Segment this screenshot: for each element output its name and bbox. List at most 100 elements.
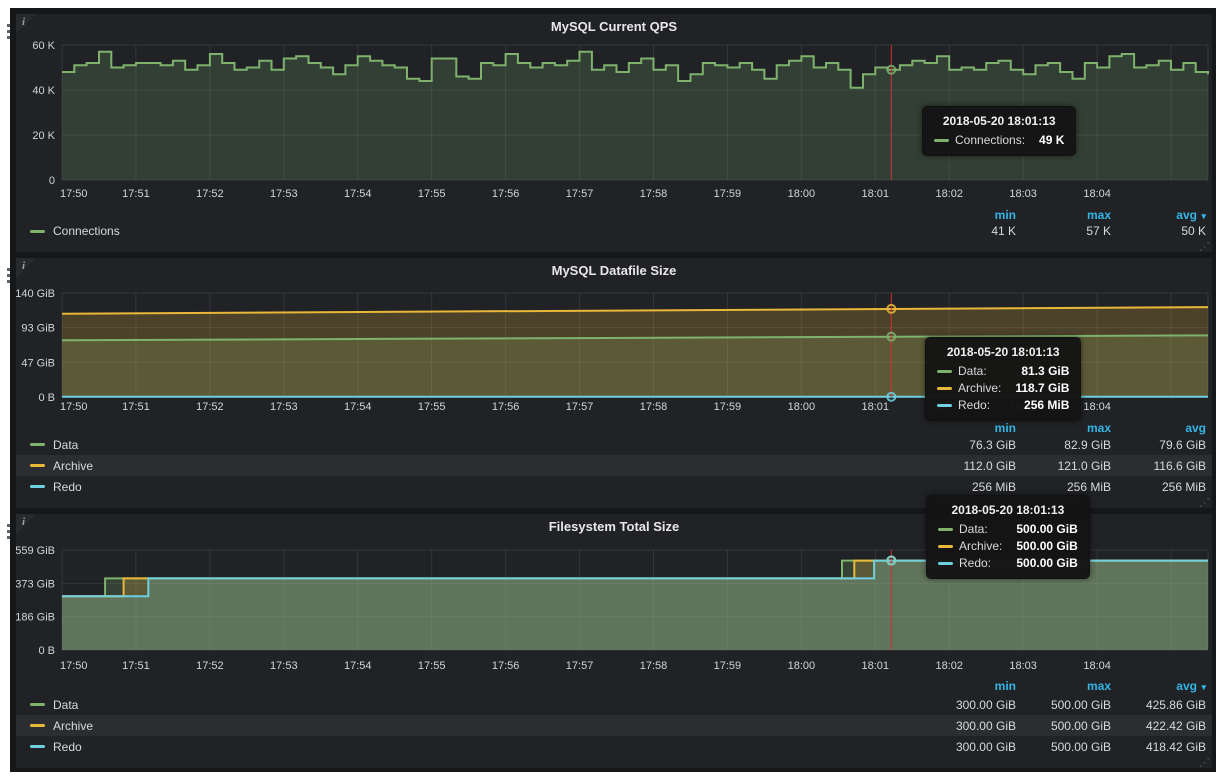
series-legend-label[interactable]: Data xyxy=(53,698,78,712)
legend-sort-avg[interactable]: avg ▾ xyxy=(1111,678,1206,694)
graph-tooltip: 2018-05-20 18:01:13 Connections:49 K xyxy=(922,106,1076,156)
legend-stat-value: 50 K xyxy=(1111,224,1206,238)
tooltip-series-label: Data: xyxy=(958,364,987,378)
legend-row-redo: Redo256 MiB256 MiB256 MiB xyxy=(16,476,1212,497)
legend-stat-value: 425.86 GiB xyxy=(1111,698,1206,712)
series-legend-label[interactable]: Archive xyxy=(53,719,93,733)
series-legend-label[interactable]: Redo xyxy=(53,480,82,494)
series-color-swatch xyxy=(938,562,953,565)
x-axis-tick-label: 18:00 xyxy=(788,401,816,413)
series-legend-label[interactable]: Archive xyxy=(53,459,93,473)
tooltip-series-label: Redo: xyxy=(958,398,990,412)
legend-stat-value: 500.00 GiB xyxy=(1016,740,1111,754)
x-axis-tick-label: 17:52 xyxy=(196,660,224,672)
y-axis-tick-label: 140 GiB xyxy=(16,288,55,300)
tooltip-series-row: Data: 500.00 GiB xyxy=(938,522,1078,536)
row-drag-handle[interactable] xyxy=(7,24,13,42)
x-axis-tick-label: 18:00 xyxy=(788,188,816,200)
series-color-swatch[interactable] xyxy=(30,724,45,727)
y-axis-tick-label: 93 GiB xyxy=(21,323,55,335)
x-axis-tick-label: 17:55 xyxy=(418,188,446,200)
x-axis-tick-label: 17:53 xyxy=(270,660,298,672)
series-color-swatch xyxy=(937,370,952,373)
x-axis-tick-label: 18:04 xyxy=(1083,188,1111,200)
x-axis-tick-label: 18:03 xyxy=(1009,660,1037,672)
tooltip-timestamp: 2018-05-20 18:01:13 xyxy=(937,345,1069,359)
row-drag-handle[interactable] xyxy=(7,268,13,286)
x-axis-tick-label: 17:54 xyxy=(344,188,372,200)
x-axis-tick-label: 17:53 xyxy=(270,401,298,413)
row-drag-handle[interactable] xyxy=(7,524,13,542)
legend-stat-value: 500.00 GiB xyxy=(1016,719,1111,733)
graph-tooltip: 2018-05-20 18:01:13 Data:500.00 GiBArchi… xyxy=(926,495,1090,579)
tooltip-series-label: Connections: xyxy=(955,133,1025,147)
legend-sort-min[interactable]: min xyxy=(921,678,1016,694)
series-color-swatch[interactable] xyxy=(30,464,45,467)
x-axis-tick-label: 17:55 xyxy=(418,401,446,413)
series-legend-label[interactable]: Data xyxy=(53,438,78,452)
tooltip-series-value: 500.00 GiB xyxy=(1002,556,1077,570)
y-axis-tick-label: 186 GiB xyxy=(16,612,55,624)
x-axis-tick-label: 17:50 xyxy=(60,660,88,672)
x-axis-tick-label: 17:58 xyxy=(640,401,668,413)
legend-stat-value: 300.00 GiB xyxy=(921,698,1016,712)
x-axis-tick-label: 17:51 xyxy=(122,188,150,200)
legend-row-archive: Archive300.00 GiB500.00 GiB422.42 GiB xyxy=(16,715,1212,736)
legend-row-archive: Archive 112.0 GiB121.0 GiB116.6 GiB xyxy=(16,455,1212,476)
x-axis-tick-label: 17:54 xyxy=(344,660,372,672)
legend-stat-value: 57 K xyxy=(1016,224,1111,238)
legend-stat-value: 300.00 GiB xyxy=(921,719,1016,733)
y-axis-tick-label: 60 K xyxy=(32,40,55,52)
x-axis-tick-label: 18:02 xyxy=(935,660,963,672)
tooltip-series-label: Data: xyxy=(959,522,988,536)
x-axis-tick-label: 17:56 xyxy=(492,660,520,672)
legend-stat-value: 79.6 GiB xyxy=(1111,438,1206,452)
series-color-swatch[interactable] xyxy=(30,745,45,748)
legend-stat-value: 256 MiB xyxy=(921,480,1016,494)
x-axis-tick-label: 17:53 xyxy=(270,188,298,200)
legend-stat-value: 41 K xyxy=(921,224,1016,238)
series-color-swatch[interactable] xyxy=(30,485,45,488)
y-axis-tick-label: 373 GiB xyxy=(16,578,55,590)
legend-stat-value: 116.6 GiB xyxy=(1111,459,1206,473)
tooltip-series-value: 256 MiB xyxy=(1010,398,1069,412)
y-axis-tick-label: 0 B xyxy=(38,645,55,657)
legend-stat-value: 82.9 GiB xyxy=(1016,438,1111,452)
series-color-swatch[interactable] xyxy=(30,230,45,233)
legend-row-data: Data 300.00 GiB500.00 GiB425.86 GiB xyxy=(16,694,1212,715)
x-axis-tick-label: 17:59 xyxy=(714,660,742,672)
tooltip-series-label: Archive: xyxy=(958,381,1001,395)
y-axis-tick-label: 559 GiB xyxy=(16,545,55,557)
series-color-swatch xyxy=(938,528,953,531)
legend-sort-max[interactable]: max xyxy=(1016,678,1111,694)
y-axis-tick-label: 0 xyxy=(49,175,55,187)
x-axis-tick-label: 17:50 xyxy=(60,188,88,200)
x-axis-tick-label: 18:01 xyxy=(862,188,890,200)
series-legend-label[interactable]: Connections xyxy=(53,224,120,238)
legend-row-redo: Redo300.00 GiB500.00 GiB418.42 GiB xyxy=(16,736,1212,757)
x-axis-tick-label: 17:58 xyxy=(640,188,668,200)
series-legend-label[interactable]: Redo xyxy=(53,740,82,754)
y-axis-tick-label: 0 B xyxy=(38,392,55,404)
legend-stat-value: 300.00 GiB xyxy=(921,740,1016,754)
x-axis-tick-label: 17:55 xyxy=(418,660,446,672)
legend-stat-value: 112.0 GiB xyxy=(921,459,1016,473)
x-axis-tick-label: 17:58 xyxy=(640,660,668,672)
tooltip-series-value: 500.00 GiB xyxy=(1002,522,1077,536)
x-axis-tick-label: 18:04 xyxy=(1083,660,1111,672)
tooltip-series-value: 81.3 GiB xyxy=(1007,364,1069,378)
legend-stat-value: 121.0 GiB xyxy=(1016,459,1111,473)
dashboard: i MySQL Current QPS ⋰ 020 K40 K60 K17:50… xyxy=(10,8,1216,772)
legend-stat-value: 256 MiB xyxy=(1111,480,1206,494)
tooltip-series-row: Archive:500.00 GiB xyxy=(938,539,1078,553)
series-color-swatch xyxy=(938,545,953,548)
series-color-swatch[interactable] xyxy=(30,443,45,446)
x-axis-tick-label: 17:56 xyxy=(492,188,520,200)
x-axis-tick-label: 17:56 xyxy=(492,401,520,413)
x-axis-tick-label: 18:01 xyxy=(862,660,890,672)
x-axis-tick-label: 17:51 xyxy=(122,401,150,413)
legend-stat-value: 500.00 GiB xyxy=(1016,698,1111,712)
series-color-swatch xyxy=(937,387,952,390)
series-color-swatch[interactable] xyxy=(30,703,45,706)
legend-row-data: Data76.3 GiB82.9 GiB79.6 GiB xyxy=(16,434,1212,455)
